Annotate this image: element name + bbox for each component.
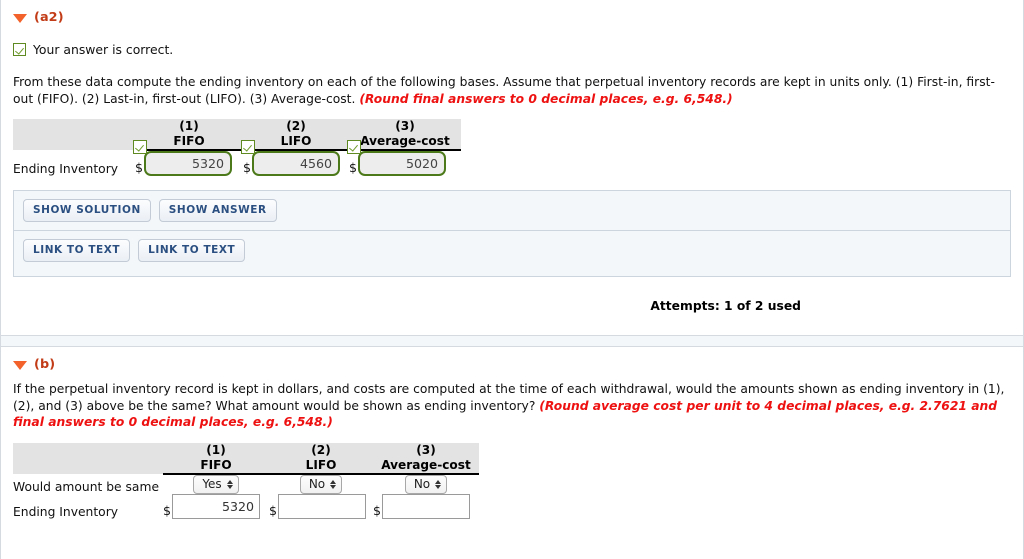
header-col-2: (2) LIFO <box>269 442 373 475</box>
currency-symbol: $ <box>269 502 278 518</box>
section-a2: (a2) Your answer is correct. From these … <box>1 0 1023 176</box>
lifo-ending-inventory-input-b[interactable] <box>278 493 367 519</box>
cell-fifo: $ <box>133 140 243 176</box>
cell-lifo: $ <box>241 140 349 176</box>
table-header-row: (1) FIFO (2) LIFO (3) Average-cost <box>13 442 479 475</box>
header-col-1-name: FIFO <box>173 134 205 148</box>
header-col-3-num: (3) <box>416 442 436 457</box>
header-col-3: (3) Average-cost <box>373 442 479 475</box>
collapse-triangle-icon[interactable] <box>13 14 27 23</box>
lifo-same-select-value: No <box>308 477 326 491</box>
row-label-ending-inventory: Ending Inventory <box>13 504 119 519</box>
currency-symbol: $ <box>163 502 172 518</box>
link-to-text-button-2[interactable]: LINK TO TEXT <box>138 239 246 262</box>
action-row-links: LINK TO TEXT LINK TO TEXT <box>14 230 1010 276</box>
cell-average-cost: $ <box>347 140 461 176</box>
answer-table-a2: (1) FIFO (2) LIFO (3) Average-cost Endin… <box>13 119 461 176</box>
header-col-2-num: (2) <box>286 119 306 133</box>
exercise-page: (a2) Your answer is correct. From these … <box>0 0 1024 559</box>
collapse-triangle-icon[interactable] <box>13 361 27 370</box>
table-header-row: (1) FIFO (2) LIFO (3) Average-cost <box>13 119 461 151</box>
action-row-solution: SHOW SOLUTION SHOW ANSWER <box>14 191 1010 230</box>
cell-average-cost-same: No <box>373 474 479 494</box>
stepper-arrows-icon <box>435 479 442 489</box>
section-divider <box>1 335 1023 347</box>
section-b: (b) If the perpetual inventory record is… <box>1 347 1023 519</box>
header-col-1-num: (1) <box>179 119 199 133</box>
fifo-ending-inventory-input-b[interactable] <box>172 493 261 519</box>
show-answer-button[interactable]: SHOW ANSWER <box>158 199 277 222</box>
header-col-3: (3) Average-cost <box>349 119 461 151</box>
header-col-2-name: LIFO <box>305 457 337 472</box>
section-b-header[interactable]: (b) <box>13 347 1011 375</box>
row-label-ending-inventory: Ending Inventory <box>13 162 119 176</box>
attempts-status: Attempts: 1 of 2 used <box>650 299 801 313</box>
header-col-3-name: Average-cost <box>381 457 471 472</box>
field-valid-checkmark-icon <box>133 140 147 154</box>
feedback-correct: Your answer is correct. <box>13 42 1011 57</box>
average-cost-ending-inventory-input[interactable] <box>358 151 447 176</box>
stepper-arrows-icon <box>226 479 233 489</box>
lifo-ending-inventory-input[interactable] <box>252 151 341 176</box>
cell-lifo-amount: $ <box>269 493 373 519</box>
field-valid-checkmark-icon <box>347 140 361 154</box>
currency-symbol: $ <box>243 160 252 175</box>
cell-fifo-amount: $ <box>163 493 269 519</box>
header-col-3-num: (3) <box>395 119 415 133</box>
fifo-same-select[interactable]: Yes <box>193 474 239 494</box>
cell-fifo-same: Yes <box>163 474 269 494</box>
section-b-prompt: If the perpetual inventory record is kep… <box>13 381 1011 431</box>
currency-symbol: $ <box>349 160 358 175</box>
lifo-same-select[interactable]: No <box>299 474 343 494</box>
header-col-1-num: (1) <box>206 442 226 457</box>
cell-lifo-same: No <box>269 474 373 494</box>
header-blank <box>13 119 135 150</box>
prompt-hint: (Round final answers to 0 decimal places… <box>359 91 733 106</box>
header-col-1-name: FIFO <box>200 457 232 472</box>
table-row: Ending Inventory $ $ $ <box>13 493 479 519</box>
fifo-ending-inventory-input[interactable] <box>144 151 233 176</box>
action-panel: SHOW SOLUTION SHOW ANSWER LINK TO TEXT L… <box>13 190 1011 277</box>
field-valid-checkmark-icon <box>241 140 255 154</box>
currency-symbol: $ <box>373 502 382 518</box>
header-col-2-name: LIFO <box>280 134 312 148</box>
row-label-would-amount-be-same: Would amount be same <box>13 479 160 494</box>
header-col-2-num: (2) <box>311 442 331 457</box>
section-b-label: (b) <box>34 357 56 372</box>
checkmark-icon <box>13 43 26 56</box>
answer-table-b: (1) FIFO (2) LIFO (3) Average-cost Would… <box>13 442 479 519</box>
header-col-1: (1) FIFO <box>163 442 269 475</box>
average-cost-same-select[interactable]: No <box>404 474 448 494</box>
header-col-3-name: Average-cost <box>360 134 450 148</box>
header-blank <box>13 442 163 474</box>
section-a2-label: (a2) <box>34 10 64 25</box>
average-cost-same-select-value: No <box>413 477 431 491</box>
header-col-1: (1) FIFO <box>135 119 243 151</box>
section-a2-prompt: From these data compute the ending inven… <box>13 74 1011 107</box>
table-row: Would amount be same Yes No No <box>13 474 479 494</box>
currency-symbol: $ <box>135 160 144 175</box>
fifo-same-select-value: Yes <box>202 477 222 491</box>
table-row: Ending Inventory $ $ <box>13 140 461 176</box>
average-cost-ending-inventory-input-b[interactable] <box>382 493 471 519</box>
show-solution-button[interactable]: SHOW SOLUTION <box>23 199 151 222</box>
link-to-text-button-1[interactable]: LINK TO TEXT <box>23 239 131 262</box>
feedback-text: Your answer is correct. <box>33 42 174 57</box>
cell-average-cost-amount: $ <box>373 493 479 519</box>
section-a2-header[interactable]: (a2) <box>13 0 1011 28</box>
header-col-2: (2) LIFO <box>243 119 349 151</box>
stepper-arrows-icon <box>330 479 337 489</box>
